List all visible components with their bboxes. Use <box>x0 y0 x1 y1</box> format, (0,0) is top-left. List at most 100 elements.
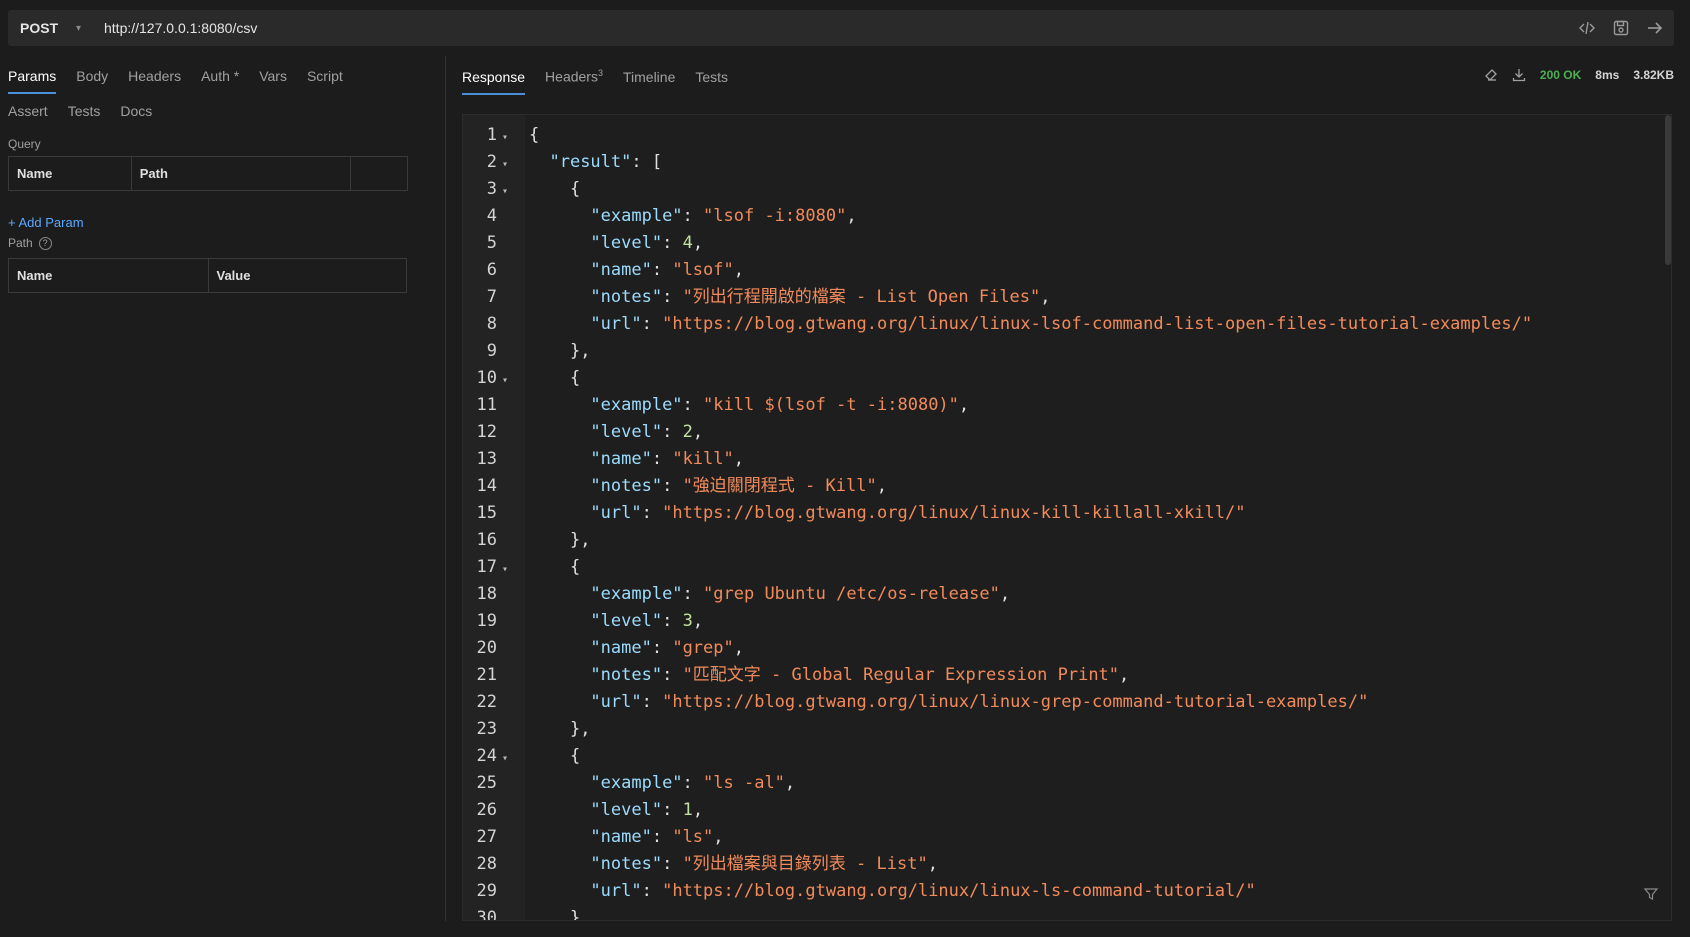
save-icon[interactable] <box>1612 19 1630 37</box>
tab-headers[interactable]: Headers <box>128 68 181 94</box>
json-punctuation: : <box>641 692 663 712</box>
line-number: 27 <box>476 827 497 847</box>
json-string: "grep Ubuntu /etc/os-release" <box>703 584 1000 604</box>
fold-caret-icon[interactable]: ▾ <box>497 124 513 151</box>
json-punctuation: : <box>651 827 673 847</box>
json-punctuation: , <box>1119 665 1130 685</box>
json-punctuation: : <box>651 260 673 280</box>
code-line: 1 ▾ { <box>463 122 540 151</box>
tab-response-headers-label: Headers <box>545 68 598 85</box>
json-key: "level" <box>590 611 663 631</box>
eraser-icon[interactable] <box>1484 68 1498 82</box>
json-punctuation: : <box>662 422 683 442</box>
code-text: { <box>529 743 580 770</box>
code-text: "notes": "匹配文字 - Global Regular Expressi… <box>529 662 1129 689</box>
json-key: "name" <box>590 449 652 469</box>
response-body-editor[interactable]: 1 ▾{2 ▾ "result": [3 ▾ {4 "example": "lsof … <box>462 114 1672 921</box>
tab-response-tests[interactable]: Tests <box>695 69 728 95</box>
json-key: "example" <box>590 773 683 793</box>
fold-caret-icon[interactable]: ▾ <box>497 745 513 772</box>
code-line: 3 ▾ { <box>463 176 580 205</box>
code-line: 9 }, <box>463 338 591 365</box>
line-number: 16 <box>476 530 497 550</box>
app-window: POST ▾ Params Body Headers Auth * Vars S… <box>0 0 1690 937</box>
json-punctuation: , <box>713 827 724 847</box>
json-string: "https://blog.gtwang.org/linux/linux-gre… <box>662 692 1369 712</box>
tab-params[interactable]: Params <box>8 68 57 94</box>
method-select[interactable]: POST <box>20 20 68 36</box>
json-key: "url" <box>590 881 642 901</box>
json-key: "notes" <box>590 476 663 496</box>
tab-script[interactable]: Script <box>307 68 343 94</box>
json-number: 3 <box>682 611 693 631</box>
line-number: 5 <box>486 233 497 253</box>
json-punctuation: , <box>999 584 1011 604</box>
request-pane: Params Body Headers Auth * Vars Script A… <box>0 56 445 921</box>
response-status-bar: 200 OK 8ms 3.82KB <box>1484 68 1674 82</box>
code-line: 5 "level": 4, <box>463 230 703 257</box>
response-pane: Response Headers3 Timeline Tests 200 OK … <box>462 56 1682 921</box>
fold-caret-icon[interactable]: ▾ <box>497 556 513 583</box>
line-number: 10 <box>476 368 497 388</box>
json-punctuation: , <box>692 611 704 631</box>
vertical-scrollbar[interactable] <box>1665 115 1671 265</box>
fold-caret-icon[interactable]: ▾ <box>497 367 513 394</box>
json-punctuation: : <box>682 584 704 604</box>
filter-icon[interactable] <box>1643 886 1659 902</box>
json-key: "example" <box>590 206 683 226</box>
tab-body[interactable]: Body <box>76 68 108 94</box>
tab-assert[interactable]: Assert <box>8 103 48 129</box>
help-icon[interactable]: ? <box>38 237 52 251</box>
code-line: 23 }, <box>463 716 591 743</box>
send-arrow-icon[interactable] <box>1646 19 1664 37</box>
response-tabs: Response Headers3 Timeline Tests <box>462 68 748 95</box>
code-text: "level": 3, <box>529 608 703 635</box>
tab-response[interactable]: Response <box>462 69 526 95</box>
code-icon[interactable] <box>1578 19 1596 37</box>
download-icon[interactable] <box>1512 68 1526 82</box>
line-number: 28 <box>476 854 497 874</box>
url-input[interactable] <box>104 13 1404 43</box>
fold-caret-icon[interactable]: ▾ <box>497 151 513 178</box>
code-text: { <box>529 365 580 392</box>
json-string: "https://blog.gtwang.org/linux/linux-lso… <box>662 314 1533 334</box>
chevron-down-icon[interactable]: ▾ <box>76 23 96 34</box>
response-time: 8ms <box>1595 68 1620 82</box>
add-param-button[interactable]: + Add Param <box>8 215 84 230</box>
url-actions <box>1578 10 1664 46</box>
code-line: 12 "level": 2, <box>463 419 704 446</box>
code-text: "name": "kill", <box>529 446 744 473</box>
response-size: 3.82KB <box>1633 68 1674 82</box>
json-punctuation: : <box>682 773 704 793</box>
tab-response-headers[interactable]: Headers3 <box>545 68 603 95</box>
line-number: 13 <box>476 449 497 469</box>
json-punctuation: , <box>927 854 938 874</box>
line-number: 4 <box>486 206 497 226</box>
tab-docs[interactable]: Docs <box>120 103 152 129</box>
json-punctuation: : <box>662 800 683 820</box>
code-text: "example": "kill $(lsof -t -i:8080)", <box>529 392 969 419</box>
url-bar: POST ▾ <box>8 10 1674 46</box>
headers-count-badge: 3 <box>597 68 603 78</box>
json-string: "https://blog.gtwang.org/linux/linux-ls-… <box>662 881 1256 901</box>
code-text: "url": "https://blog.gtwang.org/linux/li… <box>529 689 1368 716</box>
line-number: 26 <box>476 800 497 820</box>
tab-timeline[interactable]: Timeline <box>623 69 675 95</box>
code-text: }, <box>529 338 590 365</box>
code-text: "url": "https://blog.gtwang.org/linux/li… <box>529 311 1532 338</box>
tab-vars[interactable]: Vars <box>259 68 287 94</box>
json-punctuation: : [ <box>631 152 663 172</box>
code-text: "level": 4, <box>529 230 703 257</box>
json-string: "匹配文字 - Global Regular Expression Print" <box>682 665 1120 685</box>
pane-divider[interactable] <box>445 56 446 921</box>
code-line: 6 "name": "lsof", <box>463 257 744 284</box>
query-column-path: Path <box>130 156 352 191</box>
code-text: { <box>529 554 580 581</box>
json-punctuation: , <box>692 233 704 253</box>
code-text: "notes": "強迫關閉程式 - Kill", <box>529 473 887 500</box>
tab-tests[interactable]: Tests <box>68 103 101 129</box>
tab-auth[interactable]: Auth * <box>201 68 239 94</box>
json-punctuation: : <box>662 854 683 874</box>
path-section-label: Path <box>8 236 33 250</box>
fold-caret-icon[interactable]: ▾ <box>497 178 513 205</box>
